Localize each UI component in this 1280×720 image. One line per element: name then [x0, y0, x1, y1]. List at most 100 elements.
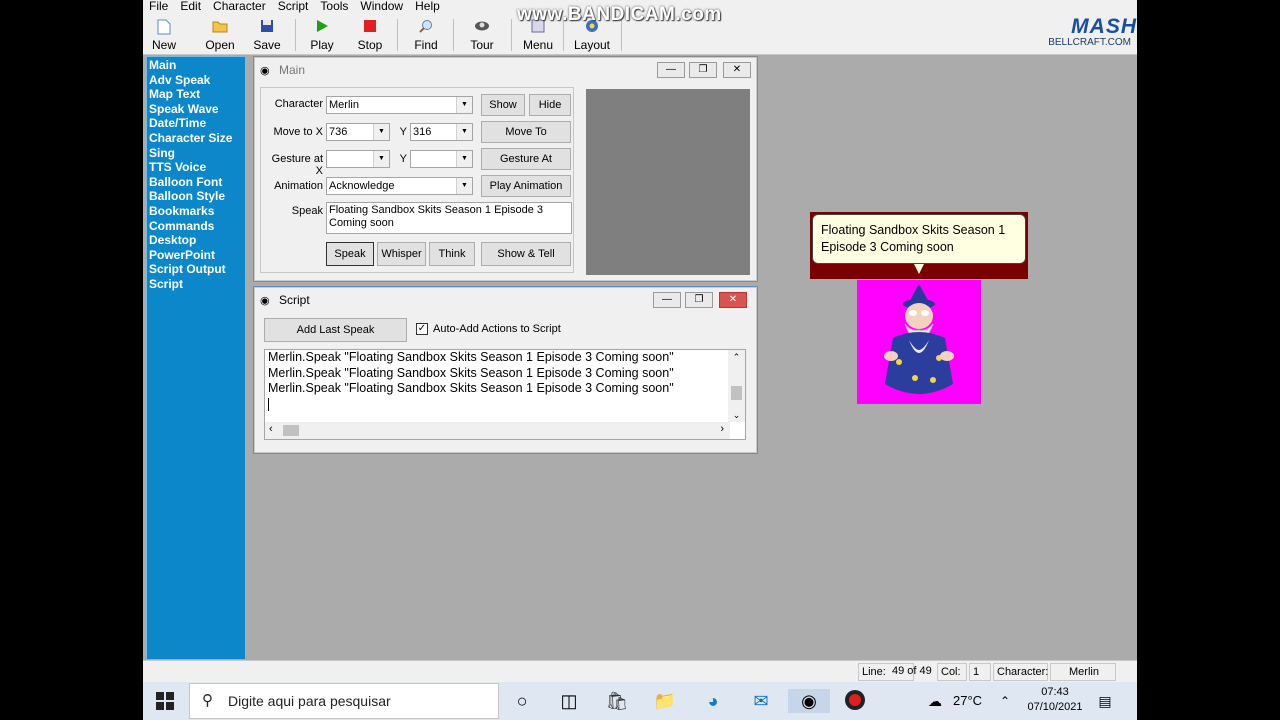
- nav-item-tts-voice[interactable]: TTS Voice: [147, 160, 245, 175]
- nav-item-sing[interactable]: Sing: [147, 146, 245, 161]
- mail-icon[interactable]: ✉: [749, 689, 773, 713]
- show-button[interactable]: Show: [481, 94, 525, 116]
- nav-item-script[interactable]: Script: [147, 277, 245, 292]
- script-editor[interactable]: Merlin.Speak "Floating Sandbox Skits Sea…: [264, 349, 746, 440]
- nav-item-bookmarks[interactable]: Bookmarks: [147, 204, 245, 219]
- windows-start-icon[interactable]: [153, 689, 177, 713]
- scroll-left-icon[interactable]: ‹: [269, 423, 273, 435]
- taskbar-clock[interactable]: 07:43 07/10/2021: [1023, 685, 1087, 715]
- play-animation-button[interactable]: Play Animation: [481, 175, 571, 197]
- weather-temp[interactable]: 27°C: [953, 693, 982, 708]
- controls-group: Character Merlin ▼ Show Hide Move to X 73…: [260, 87, 574, 273]
- gesture-at-button[interactable]: Gesture At: [481, 148, 571, 170]
- task-view-icon[interactable]: ◫: [557, 689, 581, 713]
- show-tell-button[interactable]: Show & Tell: [481, 242, 571, 266]
- find-button[interactable]: Find: [403, 17, 449, 53]
- menu-help[interactable]: Help: [409, 0, 446, 13]
- menu-character[interactable]: Character: [207, 0, 272, 13]
- scroll-down-icon[interactable]: ⌄: [728, 408, 745, 422]
- nav-item-balloon-font[interactable]: Balloon Font: [147, 175, 245, 190]
- stop-button[interactable]: Stop: [347, 17, 393, 53]
- scrollbar-thumb[interactable]: [731, 386, 742, 400]
- menu-edit[interactable]: Edit: [174, 0, 207, 13]
- horizontal-scrollbar[interactable]: ‹ ›: [265, 422, 730, 439]
- save-label: Save: [253, 38, 281, 52]
- play-button[interactable]: Play: [299, 17, 345, 53]
- whisper-button[interactable]: Whisper: [377, 242, 426, 266]
- menu-window[interactable]: Window: [354, 0, 409, 13]
- close-button[interactable]: ✕: [723, 62, 751, 78]
- gesture-y-select[interactable]: ▼: [410, 150, 473, 168]
- move-y-select[interactable]: 316 ▼: [410, 123, 473, 141]
- auto-add-label: Auto-Add Actions to Script: [433, 323, 561, 335]
- bandicam-watermark: www.BANDICAM.com: [517, 4, 722, 25]
- notifications-icon[interactable]: ▤: [1093, 689, 1117, 713]
- scroll-up-icon[interactable]: ⌃: [728, 350, 745, 364]
- nav-item-balloon-style[interactable]: Balloon Style: [147, 189, 245, 204]
- restore-button[interactable]: ❐: [685, 292, 713, 308]
- bellcraft-text: BELLCRAFT.COM: [1048, 37, 1131, 48]
- minimize-button[interactable]: —: [657, 62, 685, 78]
- weather-icon[interactable]: ☁: [923, 689, 947, 713]
- edge-icon[interactable]: ◕: [701, 689, 725, 713]
- move-to-button[interactable]: Move To: [481, 121, 571, 143]
- restore-icon: ❐: [698, 64, 708, 75]
- nav-item-date-time[interactable]: Date/Time: [147, 116, 245, 131]
- main-window-title: Main: [279, 63, 306, 77]
- character-select[interactable]: Merlin ▼: [326, 96, 473, 114]
- speak-textbox[interactable]: Floating Sandbox Skits Season 1 Episode …: [326, 202, 572, 234]
- move-x-select[interactable]: 736 ▼: [326, 123, 390, 141]
- gesture-x-select[interactable]: ▼: [326, 150, 390, 168]
- chevron-down-icon: ▼: [456, 124, 472, 140]
- bandicam-record-icon[interactable]: [843, 689, 867, 713]
- speak-button[interactable]: Speak: [326, 242, 374, 266]
- menu-file[interactable]: File: [143, 0, 174, 13]
- character-preview: [586, 89, 750, 275]
- nav-item-powerpoint[interactable]: PowerPoint: [147, 248, 245, 263]
- animation-label: Animation: [274, 180, 323, 192]
- mash-logo-text: MASH: [1071, 15, 1137, 38]
- menu-tools[interactable]: Tools: [314, 0, 354, 13]
- nav-item-main[interactable]: Main: [147, 58, 245, 73]
- vertical-scrollbar[interactable]: ⌃ ⌄: [728, 350, 745, 422]
- stop-label: Stop: [357, 38, 383, 52]
- script-line: Merlin.Speak "Floating Sandbox Skits Sea…: [268, 350, 674, 364]
- clock-date: 07/10/2021: [1027, 701, 1083, 713]
- chevron-up-icon[interactable]: ⌃: [993, 689, 1017, 713]
- hide-button[interactable]: Hide: [529, 94, 571, 116]
- scroll-right-icon[interactable]: ›: [720, 423, 724, 435]
- add-last-speak-button[interactable]: Add Last Speak: [264, 318, 407, 342]
- gesture-y-label: Y: [399, 153, 407, 165]
- animation-select[interactable]: Acknowledge ▼: [326, 177, 473, 195]
- restore-button[interactable]: ❐: [689, 62, 717, 78]
- nav-item-commands[interactable]: Commands: [147, 219, 245, 234]
- auto-add-checkbox[interactable]: ✓: [416, 323, 428, 335]
- think-button[interactable]: Think: [429, 242, 475, 266]
- file-explorer-icon[interactable]: 📁: [653, 689, 677, 713]
- play-label: Play: [310, 38, 334, 52]
- close-button[interactable]: ✕: [719, 292, 747, 308]
- open-folder-icon: [212, 19, 228, 35]
- nav-item-character-size[interactable]: Character Size: [147, 131, 245, 146]
- nav-item-script-output[interactable]: Script Output: [147, 262, 245, 277]
- open-button[interactable]: Open: [197, 17, 243, 53]
- merlin-character[interactable]: [857, 280, 981, 404]
- tour-label: Tour: [470, 38, 494, 52]
- cortana-icon[interactable]: ○: [510, 689, 534, 713]
- nav-item-speak-wave[interactable]: Speak Wave: [147, 102, 245, 117]
- nav-item-map-text[interactable]: Map Text: [147, 87, 245, 102]
- tour-button[interactable]: Tour: [459, 17, 505, 53]
- taskbar-search-box[interactable]: ⚲ Digite aqui para pesquisar: [189, 683, 499, 719]
- mash-taskbar-icon[interactable]: ◉: [788, 689, 830, 713]
- move-x-value: 736: [329, 126, 348, 138]
- store-icon[interactable]: 🛍: [605, 689, 629, 713]
- nav-item-desktop[interactable]: Desktop: [147, 233, 245, 248]
- save-button[interactable]: Save: [244, 17, 290, 53]
- script-window-titlebar[interactable]: ◉ Script: [254, 287, 757, 313]
- layout-label: Layout: [573, 38, 611, 52]
- menu-script[interactable]: Script: [272, 0, 315, 13]
- minimize-button[interactable]: —: [653, 292, 681, 308]
- new-button[interactable]: New: [143, 17, 187, 53]
- scrollbar-thumb[interactable]: [283, 425, 299, 436]
- nav-item-adv-speak[interactable]: Adv Speak: [147, 73, 245, 88]
